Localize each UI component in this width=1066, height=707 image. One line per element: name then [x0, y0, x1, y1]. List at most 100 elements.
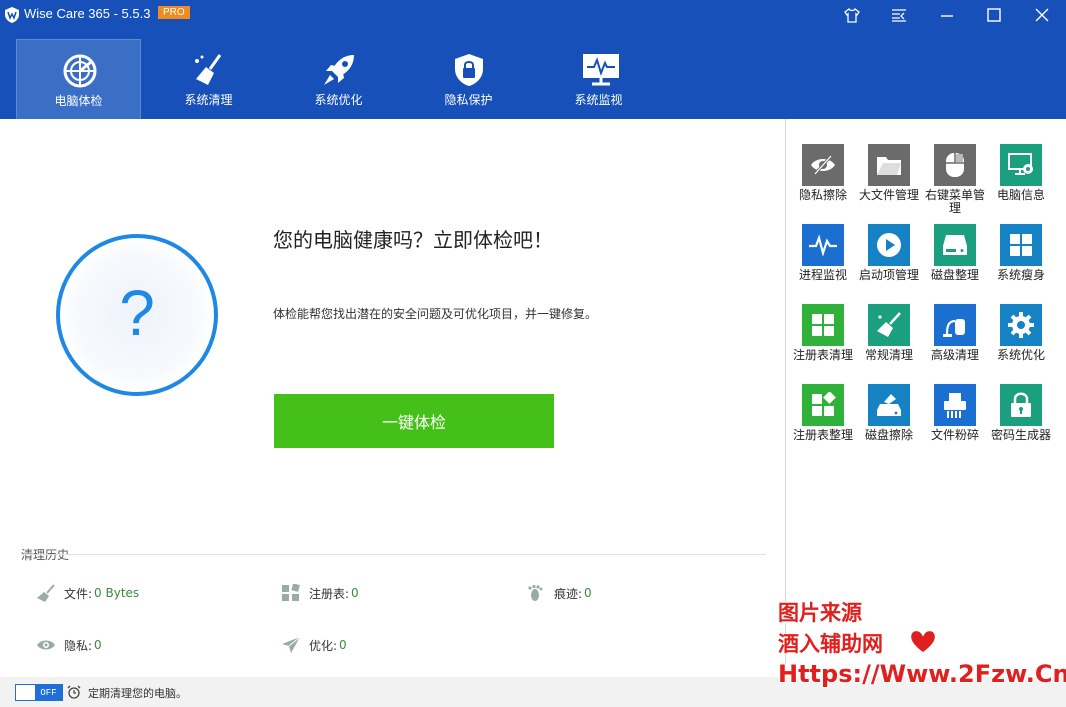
tool-icon-bg	[1000, 224, 1042, 266]
tool-label: 高级清理	[930, 348, 979, 362]
play-icon	[877, 233, 901, 257]
history-label: 优化:	[309, 638, 338, 653]
footprint-icon	[528, 584, 543, 601]
tool-advanced-clean[interactable]: 高级清理	[925, 304, 985, 362]
tool-common-clean[interactable]: 常规清理	[859, 304, 919, 362]
history-value: 0	[339, 638, 347, 652]
registry-blocks-icon	[812, 392, 836, 416]
tool-privacy-erase[interactable]: 隐私擦除	[793, 144, 853, 202]
tool-context-menu[interactable]: 右键菜单管理	[925, 144, 985, 215]
history-label: 痕迹:	[554, 586, 583, 601]
tool-label: 右键菜单管理	[925, 188, 986, 215]
watermark-line-3: Https://Www.2Fzw.Cn	[778, 660, 1066, 688]
tool-label: 磁盘擦除	[864, 428, 913, 442]
tool-label: 隐私擦除	[798, 188, 847, 202]
page-headline: 您的电脑健康吗？立即体检吧！	[273, 228, 553, 252]
tool-label: 大文件管理	[859, 188, 920, 202]
tool-label: 注册表清理	[793, 348, 854, 362]
history-label: 注册表:	[309, 586, 350, 601]
vacuum-icon	[943, 319, 965, 337]
history-files: 文件: 0 Bytes	[36, 584, 139, 602]
one-click-check-button[interactable]: 一键体检	[274, 394, 554, 448]
toggle-state: OFF	[35, 685, 62, 700]
tool-icon-bg	[802, 224, 844, 266]
broom-icon	[37, 584, 55, 602]
tab-label: 电脑体检	[54, 94, 103, 108]
history-optimize: 优化: 0	[281, 636, 347, 654]
app-title: Wise Care 365 - 5.5.3	[24, 6, 151, 21]
history-value: 0	[94, 638, 102, 652]
tool-icon-bg	[934, 304, 976, 346]
tool-password-generator[interactable]: 密码生成器	[991, 384, 1051, 442]
tool-label: 文件粉碎	[930, 428, 979, 442]
health-status-circle: ?	[56, 234, 218, 396]
eye-icon	[37, 640, 55, 650]
shredder-icon	[944, 393, 966, 418]
title-bar: Wise Care 365 - 5.5.3 PRO	[0, 0, 1066, 30]
tool-label: 磁盘整理	[930, 268, 979, 282]
pulse-icon	[809, 234, 837, 256]
tool-icon-bg	[934, 224, 976, 266]
tool-disk-wipe[interactable]: 磁盘擦除	[859, 384, 919, 442]
broom-icon	[877, 312, 901, 337]
close-button[interactable]	[1019, 0, 1065, 30]
padlock-icon	[1011, 392, 1031, 417]
windows-icon	[1010, 234, 1032, 256]
tool-icon-bg	[1000, 304, 1042, 346]
main-nav: 电脑体检 系统清理 系统优化 隐私保护 系统监视	[0, 30, 1066, 119]
menu-button[interactable]	[876, 0, 922, 30]
tool-system-optimize[interactable]: 系统优化	[991, 304, 1051, 362]
close-icon	[1035, 8, 1049, 22]
tool-label: 系统优化	[996, 348, 1045, 362]
tool-registry-defrag[interactable]: 注册表整理	[793, 384, 853, 442]
menu-icon	[892, 9, 906, 22]
tool-registry-clean[interactable]: 注册表清理	[793, 304, 853, 362]
tool-icon-bg	[802, 304, 844, 346]
tab-label: 隐私保护	[444, 93, 493, 107]
tool-defrag[interactable]: 磁盘整理	[925, 224, 985, 282]
alarm-clock-icon	[67, 685, 81, 699]
minimize-button[interactable]	[924, 0, 970, 30]
tool-label: 系统瘦身	[996, 268, 1045, 282]
pro-badge: PRO	[158, 6, 190, 19]
tool-startup[interactable]: 启动项管理	[859, 224, 919, 282]
skin-button[interactable]	[829, 0, 875, 30]
disk-drive-icon	[943, 235, 967, 255]
tool-pc-info[interactable]: 电脑信息	[991, 144, 1051, 202]
maximize-button[interactable]	[971, 0, 1017, 30]
history-value: 0	[584, 586, 592, 600]
tool-file-shredder[interactable]: 文件粉碎	[925, 384, 985, 442]
auto-clean-toggle[interactable]: OFF	[15, 684, 63, 701]
tab-checkup[interactable]: 电脑体检	[16, 39, 141, 119]
tab-label: 系统优化	[314, 93, 363, 107]
tool-label: 电脑信息	[996, 188, 1045, 202]
page-description: 体检能帮您找出潜在的安全问题及可优化项目，并一键修复。	[273, 307, 598, 321]
registry-icon	[282, 584, 300, 601]
history-registry: 注册表: 0	[281, 584, 359, 602]
folder-icon	[877, 157, 901, 175]
shield-lock-icon	[455, 54, 483, 86]
tool-icon-bg	[868, 384, 910, 426]
tool-icon-bg	[1000, 384, 1042, 426]
tab-label: 系统监视	[574, 93, 623, 107]
tab-monitor[interactable]: 系统监视	[536, 39, 661, 119]
tool-icon-bg	[934, 144, 976, 186]
tool-system-slim[interactable]: 系统瘦身	[991, 224, 1051, 282]
computer-gear-icon	[1008, 153, 1033, 175]
tab-privacy[interactable]: 隐私保护	[406, 39, 531, 119]
gear-icon	[1008, 312, 1034, 338]
disk-eraser-icon	[877, 394, 901, 416]
radar-icon	[63, 54, 97, 88]
tab-system-optimize[interactable]: 系统优化	[276, 39, 401, 119]
tool-big-file[interactable]: 大文件管理	[859, 144, 919, 202]
registry-grid-icon	[812, 314, 834, 336]
tool-icon-bg	[802, 144, 844, 186]
tool-label: 常规清理	[864, 348, 913, 362]
hidden-eye-icon	[811, 155, 835, 175]
broom-icon	[195, 54, 222, 85]
auto-clean-text: 定期清理您的电脑。	[88, 687, 187, 700]
tab-system-clean[interactable]: 系统清理	[146, 39, 271, 119]
tshirt-icon	[844, 7, 860, 23]
tool-icon-bg	[934, 384, 976, 426]
tool-process-monitor[interactable]: 进程监视	[793, 224, 853, 282]
